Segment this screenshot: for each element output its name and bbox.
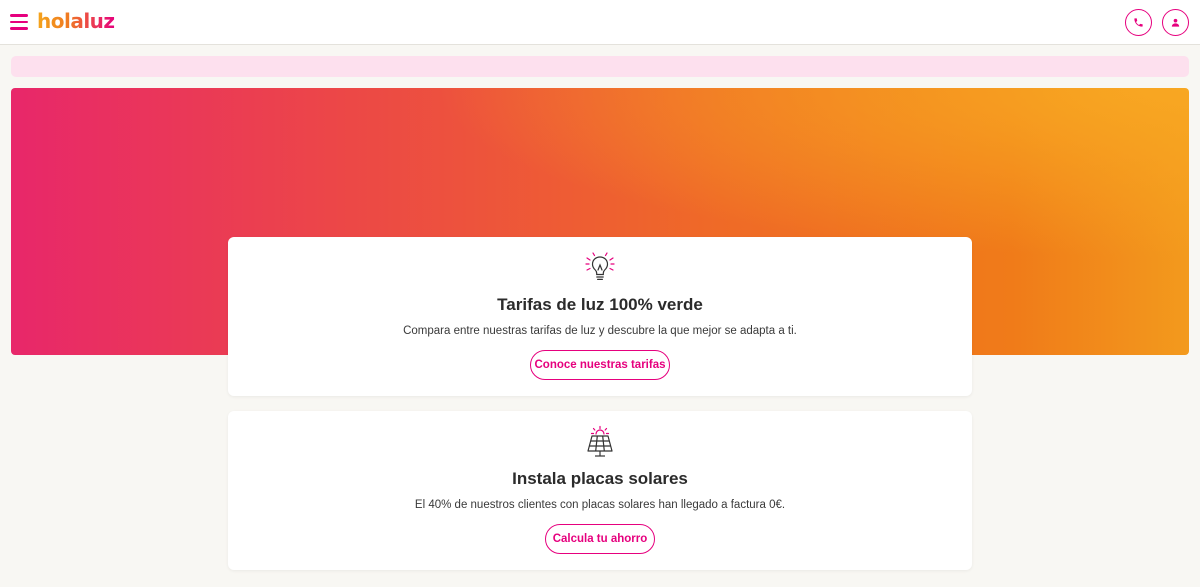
holaluz-logo[interactable]: holaluz [37, 9, 115, 35]
top-navigation-bar: holaluz [0, 0, 1200, 45]
user-icon [1171, 18, 1180, 27]
phone-icon [1134, 18, 1143, 27]
card-title: Tarifas de luz 100% verde [497, 295, 703, 314]
hamburger-menu-icon[interactable] [10, 14, 28, 30]
tariffs-button[interactable]: Conoce nuestras tarifas [530, 350, 670, 380]
card-description: El 40% de nuestros clientes con placas s… [414, 499, 786, 511]
user-account-button[interactable] [1162, 9, 1189, 36]
savings-calculator-button[interactable]: Calcula tu ahorro [545, 524, 655, 554]
notice-bar [11, 56, 1189, 77]
lightbulb-icon [585, 252, 615, 280]
solar-panel-icon [587, 425, 613, 457]
card-title: Instala placas solares [512, 469, 688, 488]
tariffs-card: Tarifas de luz 100% verde Compara entre … [228, 237, 972, 396]
card-description: Compara entre nuestras tarifas de luz y … [403, 325, 797, 337]
phone-button[interactable] [1125, 9, 1152, 36]
solar-card: Instala placas solares El 40% de nuestro… [228, 411, 972, 570]
